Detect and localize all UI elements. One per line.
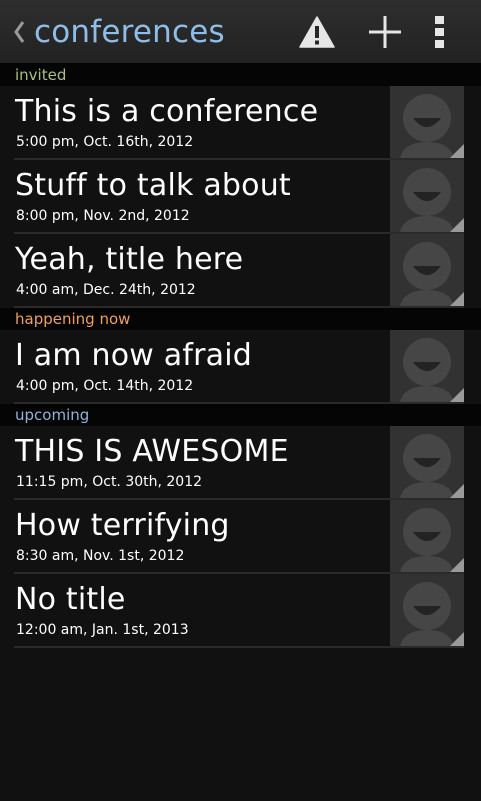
conference-title: Yeah, title here bbox=[15, 242, 244, 277]
conference-title: I am now afraid bbox=[15, 338, 253, 373]
avatar[interactable] bbox=[390, 330, 464, 402]
conference-time: 12:00 am, Jan. 1st, 2013 bbox=[16, 622, 189, 638]
avatar[interactable] bbox=[390, 574, 464, 646]
avatar[interactable] bbox=[390, 234, 464, 306]
conference-row[interactable]: How terrifying 8:30 am, Nov. 1st, 2012 bbox=[14, 500, 464, 574]
person-placeholder-icon bbox=[390, 86, 464, 158]
page-title: conferences bbox=[34, 14, 225, 50]
conference-row[interactable]: I am now afraid 4:00 pm, Oct. 14th, 2012 bbox=[14, 330, 464, 404]
avatar[interactable] bbox=[390, 500, 464, 572]
conference-title: Stuff to talk about bbox=[15, 168, 291, 203]
conference-title: How terrifying bbox=[15, 508, 230, 543]
conference-time: 11:15 pm, Oct. 30th, 2012 bbox=[16, 474, 203, 490]
conference-row[interactable]: THIS IS AWESOME 11:15 pm, Oct. 30th, 201… bbox=[14, 426, 464, 500]
person-placeholder-icon bbox=[390, 426, 464, 498]
person-placeholder-icon bbox=[390, 234, 464, 306]
warning-button[interactable] bbox=[292, 0, 342, 64]
overflow-menu-button[interactable] bbox=[420, 0, 460, 64]
up-navigation-button[interactable]: conferences bbox=[0, 0, 230, 64]
section-header-upcoming: upcoming bbox=[0, 404, 481, 426]
avatar[interactable] bbox=[390, 86, 464, 158]
conference-row[interactable]: Yeah, title here 4:00 am, Dec. 24th, 201… bbox=[14, 234, 464, 308]
vertical-dots-icon bbox=[435, 16, 444, 48]
conference-title: No title bbox=[15, 582, 126, 617]
conference-time: 4:00 am, Dec. 24th, 2012 bbox=[16, 282, 196, 298]
avatar[interactable] bbox=[390, 160, 464, 232]
section-header-happening-now: happening now bbox=[0, 308, 481, 330]
plus-icon bbox=[369, 16, 401, 48]
conference-title: This is a conference bbox=[15, 94, 319, 129]
section-header-invited: invited bbox=[0, 64, 481, 86]
conference-row[interactable]: Stuff to talk about 8:00 pm, Nov. 2nd, 2… bbox=[14, 160, 464, 234]
conference-list: invited This is a conference 5:00 pm, Oc… bbox=[0, 64, 481, 648]
conference-time: 5:00 pm, Oct. 16th, 2012 bbox=[16, 134, 194, 150]
avatar[interactable] bbox=[390, 426, 464, 498]
conference-time: 4:00 pm, Oct. 14th, 2012 bbox=[16, 378, 194, 394]
app-screen: conferences invited This is a conference… bbox=[0, 0, 481, 801]
person-placeholder-icon bbox=[390, 330, 464, 402]
conference-time: 8:30 am, Nov. 1st, 2012 bbox=[16, 548, 185, 564]
warning-triangle-icon bbox=[299, 16, 335, 48]
conference-row[interactable]: No title 12:00 am, Jan. 1st, 2013 bbox=[14, 574, 464, 648]
action-bar: conferences bbox=[0, 0, 481, 64]
conference-row[interactable]: This is a conference 5:00 pm, Oct. 16th,… bbox=[14, 86, 464, 160]
person-placeholder-icon bbox=[390, 574, 464, 646]
conference-title: THIS IS AWESOME bbox=[15, 434, 289, 469]
add-conference-button[interactable] bbox=[362, 0, 408, 64]
conference-time: 8:00 pm, Nov. 2nd, 2012 bbox=[16, 208, 190, 224]
chevron-left-icon bbox=[14, 21, 25, 43]
person-placeholder-icon bbox=[390, 500, 464, 572]
person-placeholder-icon bbox=[390, 160, 464, 232]
